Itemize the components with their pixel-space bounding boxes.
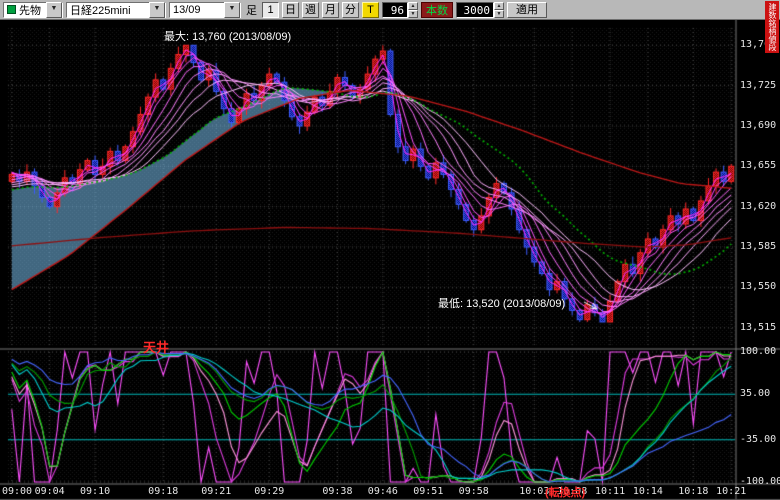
- bars-count-label: 本数: [421, 2, 453, 18]
- side-panel-tab[interactable]: 建数銘柄値段: [765, 1, 779, 53]
- chevron-down-icon[interactable]: ▼: [224, 2, 240, 18]
- spin-down-icon[interactable]: ▼: [408, 10, 418, 18]
- tick-count-spinner[interactable]: ▲▼: [408, 2, 418, 18]
- tf-1min-button[interactable]: 1: [262, 2, 279, 18]
- apply-button[interactable]: 適用: [507, 2, 547, 18]
- chart-canvas[interactable]: [0, 20, 780, 500]
- spin-up-icon[interactable]: ▲: [408, 2, 418, 10]
- market-icon: [7, 5, 16, 14]
- tf-month-button[interactable]: 月: [322, 2, 339, 18]
- trading-chart-window: 先物 ▼ 日経225mini ▼ 13/09 ▼ 足 1 日 週 月 分 T 9…: [0, 0, 780, 500]
- contract-select[interactable]: 13/09 ▼: [169, 2, 241, 18]
- tick-count-input[interactable]: 96: [382, 2, 408, 18]
- symbol-select[interactable]: 日経225mini ▼: [66, 2, 166, 18]
- spin-up-icon[interactable]: ▲: [494, 2, 504, 10]
- spin-down-icon[interactable]: ▼: [494, 10, 504, 18]
- symbol-select-value: 日経225mini: [70, 2, 149, 18]
- market-select-value: 先物: [19, 2, 46, 18]
- bars-count-input[interactable]: 3000: [456, 2, 494, 18]
- contract-select-value: 13/09: [173, 4, 224, 16]
- tick-mode-button[interactable]: T: [362, 2, 379, 18]
- toolbar: 先物 ▼ 日経225mini ▼ 13/09 ▼ 足 1 日 週 月 分 T 9…: [0, 0, 780, 20]
- tf-week-button[interactable]: 週: [302, 2, 319, 18]
- bar-type-label: 足: [244, 2, 259, 18]
- chevron-down-icon[interactable]: ▼: [149, 2, 165, 18]
- market-select[interactable]: 先物 ▼: [3, 2, 63, 18]
- tf-minute-button[interactable]: 分: [342, 2, 359, 18]
- chevron-down-icon[interactable]: ▼: [46, 2, 62, 18]
- bars-count-spinner[interactable]: ▲▼: [494, 2, 504, 18]
- tf-day-button[interactable]: 日: [282, 2, 299, 18]
